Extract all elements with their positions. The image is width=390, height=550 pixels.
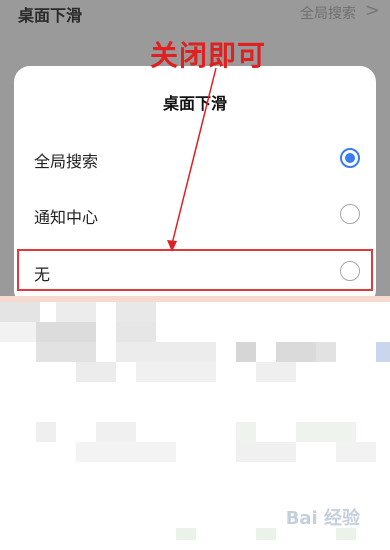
watermark-logo: Bai 经验	[285, 508, 360, 529]
arrow-head-icon	[167, 240, 177, 252]
arrow-line	[171, 67, 217, 245]
